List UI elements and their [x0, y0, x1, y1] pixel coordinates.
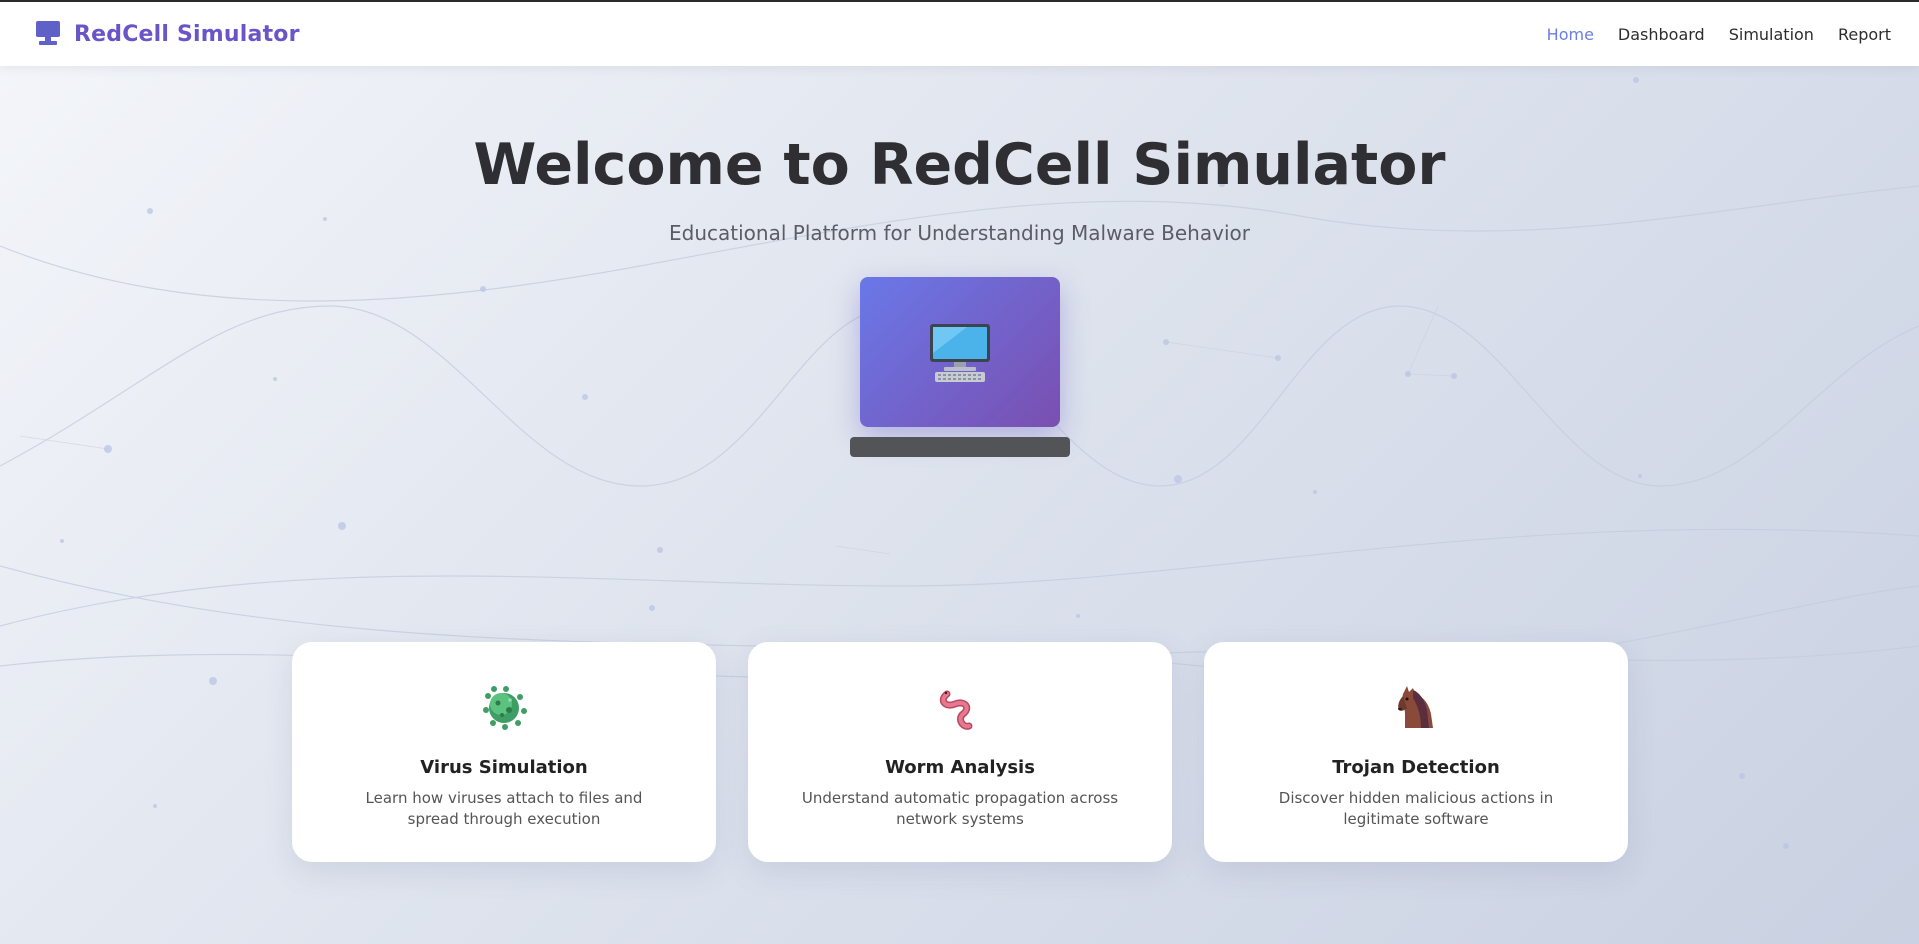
card-title: Trojan Detection: [1332, 757, 1500, 778]
card-virus-simulation[interactable]: Virus Simulation Learn how viruses attac…: [292, 642, 716, 862]
computer-icon: [36, 21, 60, 47]
card-title: Worm Analysis: [885, 757, 1035, 778]
hero-title: Welcome to RedCell Simulator: [473, 132, 1446, 198]
card-description: Discover hidden malicious actions in leg…: [1278, 789, 1554, 828]
card-trojan-detection[interactable]: Trojan Detection Discover hidden malicio…: [1204, 642, 1628, 862]
worm-icon: [939, 690, 973, 730]
hero-subtitle: Educational Platform for Understanding M…: [669, 221, 1250, 245]
horse-icon: [1398, 686, 1433, 728]
brand[interactable]: RedCell Simulator: [36, 21, 300, 47]
card-description: Understand automatic propagation across …: [801, 789, 1119, 828]
nav-link-home[interactable]: Home: [1547, 25, 1594, 44]
hero-illustration: [860, 277, 1060, 427]
feature-cards: Virus Simulation Learn how viruses attac…: [292, 642, 1628, 862]
nav-link-dashboard[interactable]: Dashboard: [1618, 25, 1705, 44]
top-navbar: RedCell Simulator Home Dashboard Simulat…: [0, 2, 1919, 66]
card-title: Virus Simulation: [420, 757, 588, 778]
nav-link-simulation[interactable]: Simulation: [1729, 25, 1814, 44]
microbe-icon: [483, 686, 527, 730]
card-description: Learn how viruses attach to files and sp…: [365, 789, 643, 828]
nav-link-report[interactable]: Report: [1838, 25, 1891, 44]
nav-links: Home Dashboard Simulation Report: [1547, 25, 1891, 44]
desktop-computer-icon: [930, 324, 990, 382]
hero-keyboard-base: [850, 437, 1070, 457]
brand-name: RedCell Simulator: [74, 21, 300, 47]
card-worm-analysis[interactable]: Worm Analysis Understand automatic propa…: [748, 642, 1172, 862]
